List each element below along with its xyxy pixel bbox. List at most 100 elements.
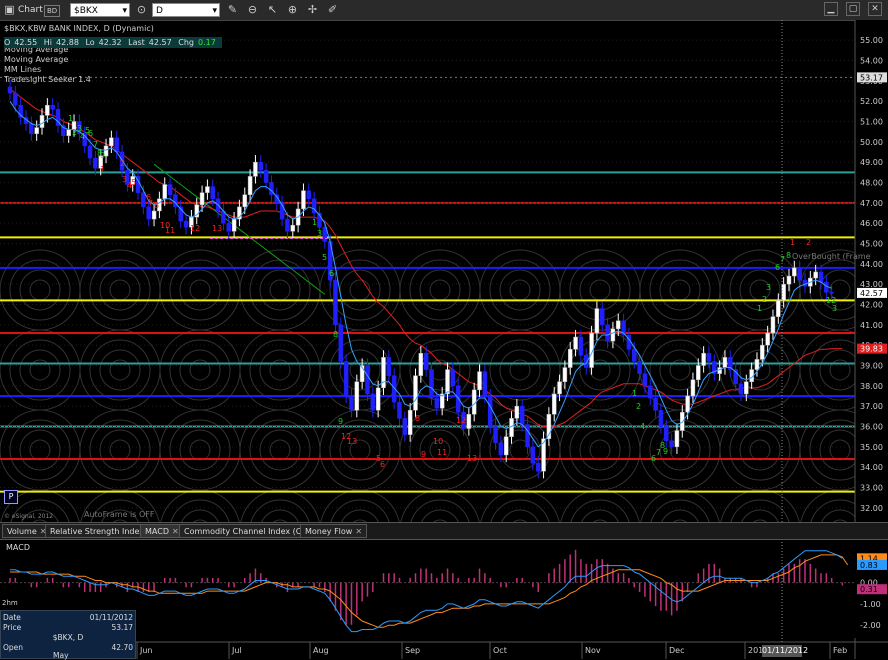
- interval-select[interactable]: D ▾: [152, 3, 220, 17]
- zoom-icon[interactable]: ⊖: [246, 3, 259, 16]
- candle-body: [760, 344, 765, 360]
- grid-circle: [99, 349, 141, 391]
- last-value: 42.57: [148, 38, 172, 47]
- price-tick-label: 38.00: [860, 382, 883, 391]
- candle-body: [413, 375, 418, 411]
- grid-circle: [19, 429, 61, 471]
- price-tick-label: 51.00: [860, 118, 883, 127]
- seeker-count-green: 9: [100, 151, 105, 160]
- study-legend: $BKX,KBW BANK INDEX, D (Dynamic) Moving …: [4, 24, 154, 85]
- candle-body: [525, 424, 530, 448]
- candle-body: [109, 137, 114, 147]
- seeker-count-green: 5: [322, 253, 327, 262]
- seeker-count-green: 2: [762, 295, 767, 304]
- seeker-count-red: 13: [347, 437, 357, 446]
- grid-circle: [639, 249, 721, 331]
- close-icon[interactable]: ✕: [868, 2, 882, 16]
- candle-body: [418, 353, 424, 376]
- pin-icon[interactable]: ✢: [306, 3, 319, 16]
- price-tick-label: 44.00: [860, 260, 883, 269]
- grid-circle: [169, 339, 231, 401]
- pencil-icon[interactable]: ✎: [226, 3, 239, 16]
- price-tick-label: 36.00: [860, 423, 883, 432]
- close-icon[interactable]: ✕: [172, 527, 179, 536]
- candle-body: [562, 367, 568, 383]
- candle-body: [258, 161, 264, 171]
- candle-body: [477, 371, 482, 391]
- maximize-icon[interactable]: ▢: [846, 2, 860, 16]
- price-chart[interactable]: 1234567 81011 12 1312135689101112131 212 3456…: [0, 20, 888, 659]
- tab-money-flow[interactable]: Money Flow ✕: [300, 524, 368, 538]
- seeker-count-red: 5: [131, 178, 136, 187]
- date-label: Dec: [669, 646, 685, 655]
- overlay-mm-lines[interactable]: MM Lines: [4, 65, 154, 75]
- grid-circle: [499, 349, 541, 391]
- grid-circle: [269, 439, 291, 461]
- candle-body: [306, 190, 312, 200]
- candle-body: [797, 267, 802, 281]
- candle-body: [642, 373, 648, 387]
- candle-body: [776, 300, 781, 317]
- grid-circle: [79, 249, 161, 331]
- candle-body: [285, 218, 290, 232]
- study-title: $BKX,KBW BANK INDEX, D (Dynamic): [4, 24, 154, 33]
- chevron-down-icon[interactable]: ▾: [212, 4, 217, 18]
- cursor-price-value: 53.17: [111, 623, 133, 632]
- link-icon[interactable]: ⊙: [135, 3, 148, 16]
- symbol-input[interactable]: $BKX ▾: [70, 3, 130, 17]
- seeker-count-green: 6: [775, 263, 780, 272]
- price-tick-label: 47.00: [860, 199, 883, 208]
- candle-body: [738, 383, 744, 395]
- grid-circle: [259, 349, 301, 391]
- candle-body: [50, 104, 55, 110]
- grid-circle: [9, 259, 71, 321]
- grid-circle: [429, 279, 451, 301]
- macd-top-left-label: 2hm: [2, 599, 18, 607]
- overlay-ma-2[interactable]: Moving Average: [4, 55, 154, 65]
- p-button[interactable]: P: [4, 490, 18, 504]
- candle-body: [34, 127, 39, 134]
- low-label: Lo: [85, 38, 95, 47]
- cursor-symbol: $BKX, D: [52, 633, 84, 642]
- grid-circle: [649, 259, 711, 321]
- minimize-icon[interactable]: ▁: [824, 2, 838, 16]
- candle-body: [770, 316, 776, 334]
- candle-body: [183, 220, 189, 228]
- seeker-count-green: 6: [329, 269, 334, 278]
- grid-circle: [9, 419, 71, 481]
- bell-icon[interactable]: ⊕: [286, 3, 299, 16]
- seeker-count-red: 12: [190, 224, 200, 233]
- tab-label: Money Flow: [305, 527, 353, 536]
- cursor-price-label: Price: [3, 623, 22, 632]
- low-value: 42.32: [98, 38, 122, 47]
- date-label: Sep: [405, 646, 421, 655]
- chart-window-icon: ▣: [4, 3, 15, 16]
- cursor-date-label: Date: [3, 613, 21, 622]
- candle-body: [706, 353, 712, 362]
- price-tick-label: 37.00: [860, 402, 883, 411]
- window-title: Chart: [18, 5, 43, 15]
- chevron-down-icon[interactable]: ▾: [122, 4, 127, 18]
- grid-circle: [579, 429, 621, 471]
- grid-circle: [29, 279, 51, 301]
- tab-macd[interactable]: MACD ✕: [140, 524, 184, 538]
- price-tick-label: 49.00: [860, 158, 883, 167]
- close-icon[interactable]: ✕: [355, 527, 362, 536]
- cursor-icon[interactable]: ↖: [266, 3, 279, 16]
- overbought-label: OverBought (Frame: [792, 252, 871, 261]
- open-value: 42.55: [14, 38, 38, 47]
- candle-body: [39, 115, 45, 128]
- draw-icon[interactable]: ✐: [326, 3, 339, 16]
- candle-body: [455, 385, 461, 413]
- candle-body: [514, 405, 520, 419]
- candle-body: [370, 393, 376, 411]
- candle-body: [402, 418, 408, 435]
- cursor-price-tag: 53.17: [860, 73, 883, 82]
- grid-circle: [399, 249, 481, 331]
- grid-circle: [829, 439, 851, 461]
- candle-body: [594, 308, 600, 334]
- seeker-count-green: 1: [312, 218, 317, 227]
- candle-body: [365, 365, 370, 395]
- seeker-count-green: 6: [88, 129, 93, 138]
- overlay-seeker[interactable]: Tradesight Seeker 1.4: [4, 75, 154, 85]
